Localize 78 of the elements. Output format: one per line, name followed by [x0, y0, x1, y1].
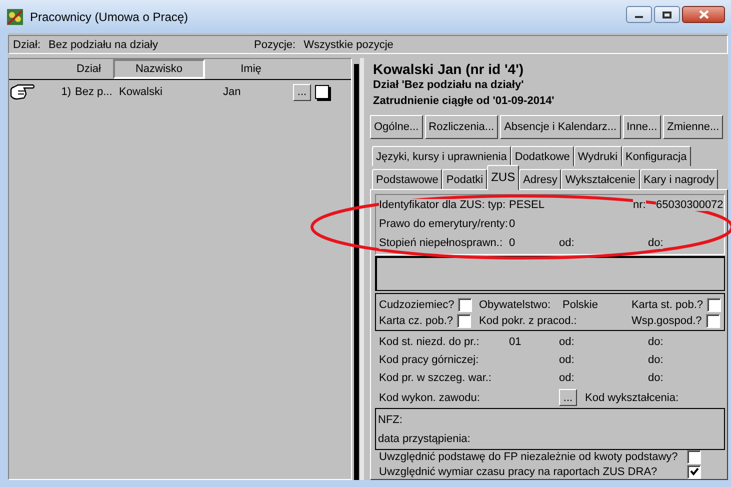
window-title: Pracownicy (Umowa o Pracę): [30, 10, 190, 24]
restore-icon: [662, 10, 672, 18]
checkbox[interactable]: [458, 298, 472, 312]
section-button[interactable]: Absencje i Kalendarz...: [500, 115, 621, 139]
field-value: 0: [509, 218, 516, 230]
tab[interactable]: Dodatkowe: [510, 146, 574, 166]
field-label: do:: [648, 236, 664, 248]
checkbox[interactable]: [687, 450, 701, 464]
field-label: od:: [559, 354, 574, 366]
field-label: do:: [648, 354, 664, 366]
field-value: 65030300072: [656, 198, 724, 210]
field-label: data przystąpienia:: [378, 432, 472, 448]
field-value: 0: [509, 236, 516, 248]
checkbox-label: Cudzoziemiec?: [379, 299, 454, 312]
table-cell-text: Kowalski: [119, 86, 164, 98]
checkbox-label: Karta st. pob.?: [631, 299, 703, 312]
column-header[interactable]: Dział: [9, 61, 109, 77]
close-icon: [698, 10, 708, 19]
tab[interactable]: Wykształcenie: [561, 169, 640, 189]
minimize-button[interactable]: [626, 6, 652, 23]
column-header[interactable]: Imię: [209, 61, 293, 77]
field-label: NFZ:: [378, 413, 404, 428]
checkbox-label: Wsp.gospod.?: [631, 315, 702, 328]
tab[interactable]: Kary i nagrody: [640, 169, 718, 189]
section-button[interactable]: Inne...: [622, 115, 662, 139]
checkbox[interactable]: [687, 464, 701, 479]
field-label: do:: [648, 336, 664, 348]
checkbox[interactable]: [707, 298, 721, 312]
checkbox-label: Karta cz. pob.?: [379, 315, 453, 328]
field-label: nr:: [633, 198, 646, 210]
checkbox-label: Uwzględnić wymiar czasu pracy na raportach ZUS DRA?: [379, 466, 658, 478]
field-label: od:: [559, 236, 574, 248]
tab[interactable]: Konfiguracja: [622, 146, 691, 166]
field-label: Kod pokr. z pracod.:: [479, 315, 577, 328]
checkbox[interactable]: [457, 314, 471, 328]
table-cell-text: Jan: [223, 86, 242, 98]
row-number: 1): [60, 86, 72, 98]
field-label: Identyfikator dla ZUS: typ:: [379, 198, 506, 210]
field-label: Prawo do emerytury/renty:: [379, 218, 508, 230]
field-label: Obywatelstwo:: [479, 299, 551, 312]
field-value: Polskie: [562, 299, 598, 312]
field-label: Kod wykon. zawodu:: [379, 392, 481, 404]
checkbox[interactable]: [315, 85, 329, 99]
field-label: od:: [559, 372, 574, 384]
field-label: Kod pr. w szczeg. war.:: [379, 372, 492, 384]
app-icon: [6, 8, 24, 26]
field-label: Kod st. niezd. do pr.:: [379, 336, 480, 348]
section-button[interactable]: Rozliczenia...: [424, 115, 498, 139]
field-label: od:: [559, 336, 574, 348]
tab[interactable]: Języki, kursy i uprawnienia: [372, 146, 511, 166]
filter-label: Dział:: [13, 38, 41, 50]
employee-name: Kowalski Jan (nr id '4'): [373, 61, 525, 77]
tab[interactable]: Wydruki: [574, 146, 622, 166]
department-label: Dział 'Bez podziału na działy': [373, 78, 525, 93]
employment-label: Zatrudnienie ciągłe od '01-09-2014': [373, 94, 556, 109]
checkbox-label: Uwzględnić podstawę do FP niezależnie od kwoty podstawy?: [379, 451, 679, 464]
more-button[interactable]: ...: [559, 389, 577, 406]
table-cell-text: Bez p...: [75, 86, 114, 98]
tab[interactable]: Podatki: [442, 169, 488, 189]
tab[interactable]: Podstawowe: [372, 169, 442, 189]
tab[interactable]: ZUS: [487, 165, 520, 190]
section-button[interactable]: Zmienne...: [663, 115, 724, 139]
filter-value: Wszystkie pozycje: [304, 38, 394, 50]
section-button[interactable]: Ogólne...: [370, 115, 423, 139]
close-button[interactable]: [682, 6, 725, 23]
filter-label: Pozycje:: [254, 38, 296, 50]
checkbox[interactable]: [706, 314, 720, 328]
tab[interactable]: Adresy: [519, 169, 562, 189]
field-label: do:: [648, 372, 664, 384]
field-value: 01: [509, 336, 522, 348]
restore-button[interactable]: [654, 6, 680, 23]
field-value: PESEL: [509, 198, 544, 210]
filter-value: Bez podziału na działy: [48, 38, 158, 50]
field-label: Stopień niepełnosprawn.:: [379, 236, 503, 248]
column-header[interactable]: Nazwisko: [113, 59, 205, 79]
more-button[interactable]: ...: [293, 84, 311, 100]
field-label: Kod pracy górniczej:: [379, 354, 479, 366]
field-label: Kod wykształcenia:: [585, 392, 679, 404]
